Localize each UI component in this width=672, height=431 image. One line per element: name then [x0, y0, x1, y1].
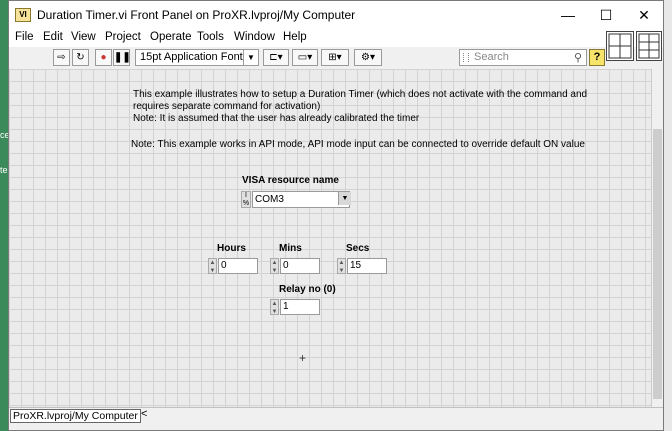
labview-app-icon: VI [15, 8, 31, 22]
labview-window: VI Duration Timer.vi Front Panel on ProX… [8, 0, 664, 431]
minimize-button[interactable]: — [549, 1, 587, 29]
visa-io-icon: I% [241, 191, 251, 208]
vi-icon[interactable] [606, 31, 634, 61]
search-placeholder: Search [474, 51, 509, 63]
connector-pane-icon[interactable] [636, 31, 662, 61]
mins-field[interactable]: 0 [280, 258, 320, 274]
hours-field[interactable]: 0 [218, 258, 258, 274]
menu-tools[interactable]: Tools [197, 31, 224, 43]
secs-value: 15 [350, 260, 362, 271]
chevron-down-icon: ▼ [243, 50, 258, 65]
menu-project[interactable]: Project [105, 31, 141, 43]
font-dropdown[interactable]: 15pt Application Font ▼ [135, 49, 259, 66]
run-continuously-icon[interactable]: ↻ [72, 49, 89, 66]
secs-field[interactable]: 15 [347, 258, 387, 274]
description-line-2: requires separate command for activation… [133, 101, 321, 112]
desktop-edge-left: ce te [0, 0, 10, 431]
maximize-button[interactable]: ☐ [587, 1, 625, 29]
run-arrow-icon[interactable]: ⇨ [53, 49, 70, 66]
crosshair-cursor-icon: + [299, 351, 307, 365]
hours-label: Hours [217, 243, 246, 254]
menu-operate[interactable]: Operate [150, 31, 192, 43]
menu-edit[interactable]: Edit [43, 31, 63, 43]
mins-spinner-icon[interactable]: ▲ ▼ [270, 258, 279, 274]
menu-window[interactable]: Window [234, 31, 275, 43]
mins-value: 0 [283, 260, 289, 271]
status-bar: ProXR.lvproj/My Computer < [9, 407, 663, 424]
visa-resource-field[interactable]: COM3 [252, 191, 350, 208]
secs-spinner-icon[interactable]: ▲ ▼ [337, 258, 346, 274]
search-icon[interactable]: ⚲ [574, 51, 582, 64]
api-mode-note: Note: This example works in API mode, AP… [131, 139, 585, 150]
menu-bar: File Edit View Project Operate Tools Win… [9, 29, 663, 47]
context-help-button[interactable]: ? [589, 49, 605, 66]
pause-icon[interactable]: ❚❚ [113, 49, 131, 66]
window-title: Duration Timer.vi Front Panel on ProXR.l… [37, 8, 356, 22]
visa-resource-value: COM3 [255, 194, 284, 205]
chevron-down-icon[interactable]: ▼ [338, 192, 351, 205]
search-input[interactable]: Search ⚲ [459, 49, 587, 66]
font-dropdown-value: 15pt Application Font [140, 51, 243, 63]
relay-spinner-icon[interactable]: ▲ ▼ [270, 299, 279, 315]
front-panel[interactable]: This example illustrates how to setup a … [9, 69, 651, 407]
visa-label: VISA resource name [242, 175, 339, 186]
resize-objects-icon[interactable]: ⊞▾ [321, 49, 349, 66]
vertical-scrollbar[interactable] [651, 69, 663, 407]
description-line-3: Note: It is assumed that the user has al… [133, 113, 420, 124]
scrollbar-thumb[interactable] [653, 129, 662, 399]
close-button[interactable]: ✕ [625, 1, 663, 29]
distribute-objects-icon[interactable]: ▭▾ [292, 49, 318, 66]
menu-file[interactable]: File [15, 31, 34, 43]
project-context-label[interactable]: ProXR.lvproj/My Computer [10, 409, 141, 423]
scroll-left-arrow[interactable]: < [141, 408, 147, 420]
menu-view[interactable]: View [71, 31, 96, 43]
toolbar: ⇨ ↻ ● ❚❚ 15pt Application Font ▼ ⊏▾ ▭▾ ⊞… [9, 47, 663, 70]
relay-field[interactable]: 1 [280, 299, 320, 315]
title-bar: VI Duration Timer.vi Front Panel on ProX… [9, 1, 663, 29]
grip-icon [463, 53, 469, 62]
hours-value: 0 [221, 260, 227, 271]
menu-help[interactable]: Help [283, 31, 307, 43]
align-objects-icon[interactable]: ⊏▾ [263, 49, 289, 66]
relay-value: 1 [283, 301, 289, 312]
reorder-icon[interactable]: ⚙▾ [354, 49, 382, 66]
hours-spinner-icon[interactable]: ▲ ▼ [208, 258, 217, 274]
mins-label: Mins [279, 243, 302, 254]
description-line-1: This example illustrates how to setup a … [133, 89, 588, 100]
relay-label: Relay no (0) [279, 284, 336, 295]
abort-icon[interactable]: ● [95, 49, 112, 66]
secs-label: Secs [346, 243, 370, 254]
